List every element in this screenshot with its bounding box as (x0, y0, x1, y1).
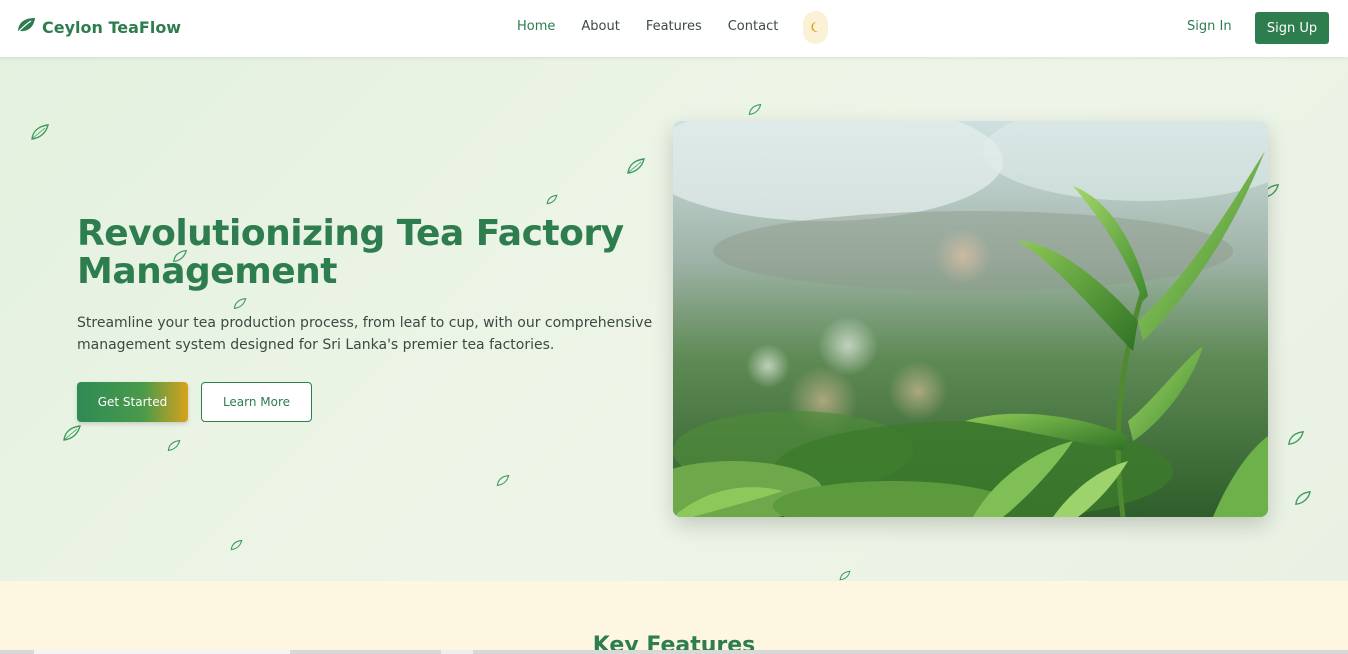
floating-leaf-icon (1288, 430, 1304, 445)
navbar: Ceylon TeaFlow Home About Features Conta… (0, 0, 1348, 57)
nav-links: Home About Features Contact (517, 19, 804, 34)
floating-leaf-icon (546, 194, 558, 205)
moon-icon (810, 18, 822, 37)
nav-link-home[interactable]: Home (517, 19, 555, 34)
brand-name: Ceylon TeaFlow (42, 17, 182, 37)
scrollbar-thumb[interactable] (34, 650, 290, 654)
signin-link[interactable]: Sign In (1187, 19, 1232, 34)
floating-leaf-icon (31, 124, 49, 140)
hero-section: Revolutionizing Tea Factory Management S… (0, 57, 1348, 581)
floating-leaf-icon (496, 474, 510, 487)
nav-link-features[interactable]: Features (646, 19, 702, 34)
floating-leaf-icon (748, 103, 762, 116)
brand-logo[interactable]: Ceylon TeaFlow (16, 16, 181, 38)
hero-tea-image (673, 121, 1268, 517)
get-started-button[interactable]: Get Started (77, 382, 188, 422)
floating-leaf-icon (627, 158, 645, 174)
tea-leaves-illustration (673, 121, 1268, 517)
floating-leaf-icon (230, 539, 243, 551)
theme-toggle-button[interactable] (803, 11, 828, 44)
floating-leaf-icon (839, 570, 851, 581)
leaf-icon (16, 16, 36, 38)
scrollbar-segment (441, 650, 473, 654)
floating-leaf-icon (1295, 490, 1311, 505)
floating-leaf-icon (233, 297, 247, 310)
features-section: Key Features (0, 581, 1348, 654)
floating-leaf-icon (63, 425, 81, 441)
hero-subtitle: Streamline your tea production process, … (77, 315, 653, 353)
hero-title: Revolutionizing Tea Factory Management (77, 213, 624, 292)
nav-link-contact[interactable]: Contact (728, 19, 779, 34)
signup-button[interactable]: Sign Up (1255, 12, 1329, 44)
learn-more-button[interactable]: Learn More (201, 382, 312, 422)
nav-link-about[interactable]: About (581, 19, 619, 34)
floating-leaf-icon (167, 439, 181, 452)
